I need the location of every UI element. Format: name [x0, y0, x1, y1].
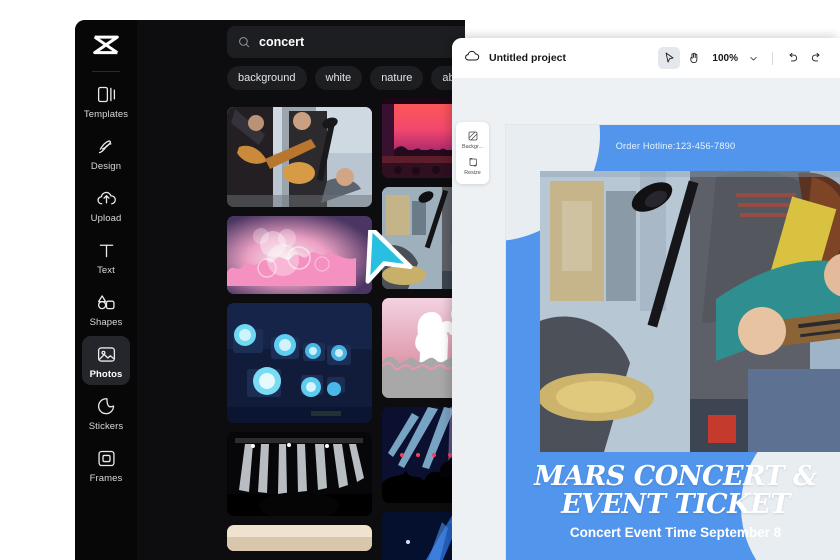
headline-line-2: EVENT TICKET — [561, 488, 790, 520]
left-nav-rail: Templates Design Upload Text Shapes Phot… — [75, 20, 137, 560]
search-value: concert — [259, 35, 305, 49]
cloud-sync-icon[interactable] — [464, 48, 480, 69]
editor-stage[interactable]: Backgr... Resize Order Hotline:123-456-7… — [452, 78, 840, 560]
sidebar-item-upload[interactable]: Upload — [82, 180, 130, 229]
capcut-logo[interactable] — [89, 32, 123, 62]
screen: Templates Design Upload Text Shapes Phot… — [0, 0, 840, 560]
select-tool[interactable] — [658, 47, 681, 69]
shapes-icon — [95, 291, 117, 313]
design-icon — [95, 135, 117, 157]
sidebar-item-shapes[interactable]: Shapes — [82, 284, 130, 333]
photo-thumb[interactable] — [227, 525, 372, 551]
hotline-bar: Order Hotline:123-456-7890 — [506, 125, 840, 167]
chevron-down-icon[interactable] — [742, 47, 764, 69]
filter-chip[interactable]: white — [314, 66, 363, 90]
rail-divider — [92, 71, 120, 72]
redo-icon — [811, 52, 820, 62]
headline-line-1: MARS CONCERT & — [534, 461, 817, 492]
sidebar-item-label: Upload — [90, 213, 122, 224]
undo-icon — [789, 52, 798, 62]
cursor-icon — [666, 52, 674, 63]
templates-icon — [95, 83, 117, 105]
photos-panel: concert background white nature abstract… — [137, 20, 465, 560]
hand-icon — [690, 52, 698, 64]
editor-tools: 100% — [658, 47, 828, 69]
photo-column-left — [227, 98, 372, 560]
resize-label: Resize — [464, 170, 481, 176]
sidebar-item-label: Photos — [89, 369, 123, 380]
sidebar-item-text[interactable]: Text — [82, 232, 130, 281]
poster-canvas[interactable]: Order Hotline:123-456-7890 MARS CONCERT … — [505, 124, 840, 560]
background-button[interactable]: Backgr... — [456, 127, 489, 153]
resize-icon — [469, 158, 477, 167]
search-icon — [239, 37, 250, 48]
hotline-text: Order Hotline:123-456-7890 — [615, 141, 736, 151]
hand-tool[interactable] — [683, 47, 705, 69]
editor-topbar: Untitled project 100% — [452, 38, 840, 78]
sidebar-item-label: Shapes — [89, 317, 123, 328]
filter-chip[interactable]: background — [227, 66, 307, 90]
redo-button[interactable] — [806, 47, 828, 69]
sidebar-item-label: Text — [97, 265, 115, 276]
search-input[interactable]: concert — [227, 26, 465, 58]
sidebar-item-label: Stickers — [88, 421, 124, 432]
background-icon — [468, 131, 477, 141]
photo-thumb[interactable] — [227, 216, 372, 294]
photos-icon — [95, 343, 117, 365]
stickers-icon — [95, 395, 117, 417]
sidebar-item-label: Frames — [89, 473, 123, 484]
toolbar-divider — [772, 51, 773, 65]
undo-button[interactable] — [781, 47, 803, 69]
sidebar-item-label: Design — [90, 161, 122, 172]
sidebar-item-frames[interactable]: Frames — [82, 440, 130, 489]
text-icon — [95, 239, 117, 261]
poster-headline[interactable]: MARS CONCERT & EVENT TICKET — [506, 463, 840, 519]
filter-chip-list: background white nature abstract a — [227, 66, 465, 90]
filter-chip[interactable]: nature — [370, 66, 424, 90]
sidebar-item-label: Templates — [83, 109, 129, 120]
poster-subtitle[interactable]: Concert Event Time September 8 — [506, 525, 840, 540]
project-title[interactable]: Untitled project — [489, 52, 566, 64]
photo-results-grid[interactable] — [227, 98, 465, 560]
editor-window: Untitled project 100% Backgr... Resize O… — [452, 38, 840, 560]
asset-browser-window: Templates Design Upload Text Shapes Phot… — [75, 20, 465, 560]
frames-icon — [95, 447, 117, 469]
sidebar-item-stickers[interactable]: Stickers — [82, 388, 130, 437]
sidebar-item-photos[interactable]: Photos — [82, 336, 130, 385]
photo-thumb[interactable] — [227, 107, 372, 207]
sidebar-item-design[interactable]: Design — [82, 128, 130, 177]
poster-photo[interactable] — [540, 171, 840, 452]
background-label: Backgr... — [462, 144, 483, 150]
canvas-quick-toolbar: Backgr... Resize — [456, 122, 489, 184]
upload-icon — [95, 187, 117, 209]
zoom-level[interactable]: 100% — [712, 53, 738, 64]
photo-thumb[interactable] — [227, 432, 372, 516]
photo-thumb[interactable] — [227, 303, 372, 423]
resize-button[interactable]: Resize — [456, 153, 489, 179]
sidebar-item-templates[interactable]: Templates — [82, 76, 130, 125]
